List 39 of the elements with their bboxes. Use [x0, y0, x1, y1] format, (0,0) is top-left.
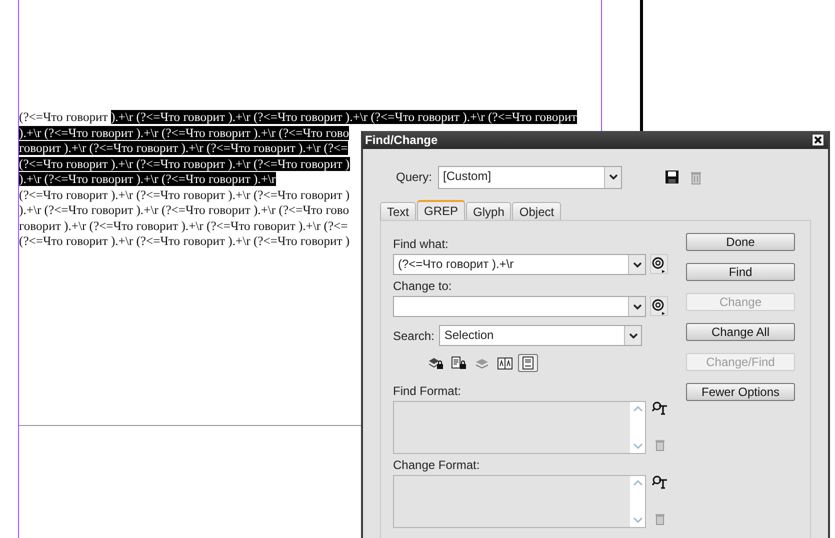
format-search-icon[interactable] — [652, 401, 668, 415]
dialog-button[interactable]: Fewer Options — [686, 383, 795, 401]
page-lock-icon[interactable] — [449, 354, 469, 372]
field-label: Find Format: — [393, 384, 462, 399]
save-icon[interactable] — [665, 170, 680, 184]
dialog-button[interactable]: Change All — [686, 323, 795, 341]
document-text: ).+\r (?<=Что говорит ).+\r (?<=Что говорит ).+\r — [19, 172, 276, 186]
field-label: Change Format: — [393, 458, 481, 473]
document-text: ).+\r (?<=Что говорит ).+\r (?<=Что говорит ).+\r (?<=Что говорит ).+\r (?<=Что говорит — [110, 110, 577, 124]
field-label: Change to: — [393, 279, 453, 294]
close-icon[interactable] — [812, 134, 824, 146]
chevron-icon — [628, 332, 638, 338]
tab[interactable]: GREP — [417, 200, 466, 220]
chevron-icon — [632, 304, 642, 310]
document-text: (?<=Что говорит ).+\r (?<=Что говорит ).+\r (?<=Что говорит ) — [19, 234, 350, 248]
search-label: Search: — [393, 328, 434, 342]
document-text: (?<=Что говорит — [19, 110, 109, 124]
query-dropdown[interactable]: [Custom] — [438, 166, 622, 188]
query-label: Query: — [396, 170, 432, 184]
document-text: говорит ).+\r (?<=Что говорит ).+\r (?<=Что говорит ).+\r (?<= — [19, 141, 348, 155]
tab[interactable]: Glyph — [466, 202, 512, 220]
tab[interactable]: Text — [380, 202, 416, 220]
document-text: (?<=Что говорит ).+\r (?<=Что говорит ).+\r (?<=Что говорит ) — [19, 156, 350, 170]
field-label: Find what: — [393, 237, 450, 252]
format-search-icon[interactable] — [652, 475, 668, 489]
document-text: говорит ).+\r (?<=Что говорит ).+\r (?<=Что говорит ).+\r (?<= — [19, 218, 348, 232]
note-icon[interactable] — [518, 354, 538, 372]
dialog-button[interactable]: Find — [686, 263, 795, 281]
chevron-icon — [608, 174, 618, 180]
document-text: (?<=Что говорит ).+\r (?<=Что говорит ).+\r (?<=Что говорит ) — [19, 188, 350, 202]
chevron-icon — [632, 262, 642, 268]
document-text: ).+\r (?<=Что говорит ).+\r (?<=Что говорит ).+\r (?<=Что гово — [19, 126, 350, 140]
change-to-field[interactable] — [393, 296, 646, 317]
search-dropdown[interactable]: Selection — [439, 325, 642, 346]
dialog-button[interactable]: Done — [686, 233, 795, 251]
window-title: Find/Change — [365, 133, 438, 147]
document-text: ).+\r (?<=Что говорит ).+\r (?<=Что говорит ).+\r (?<=Что гово — [19, 203, 350, 217]
find-what-field[interactable]: (?<=Что говорит ).+\r — [393, 254, 646, 275]
tab[interactable]: Object — [512, 202, 562, 220]
